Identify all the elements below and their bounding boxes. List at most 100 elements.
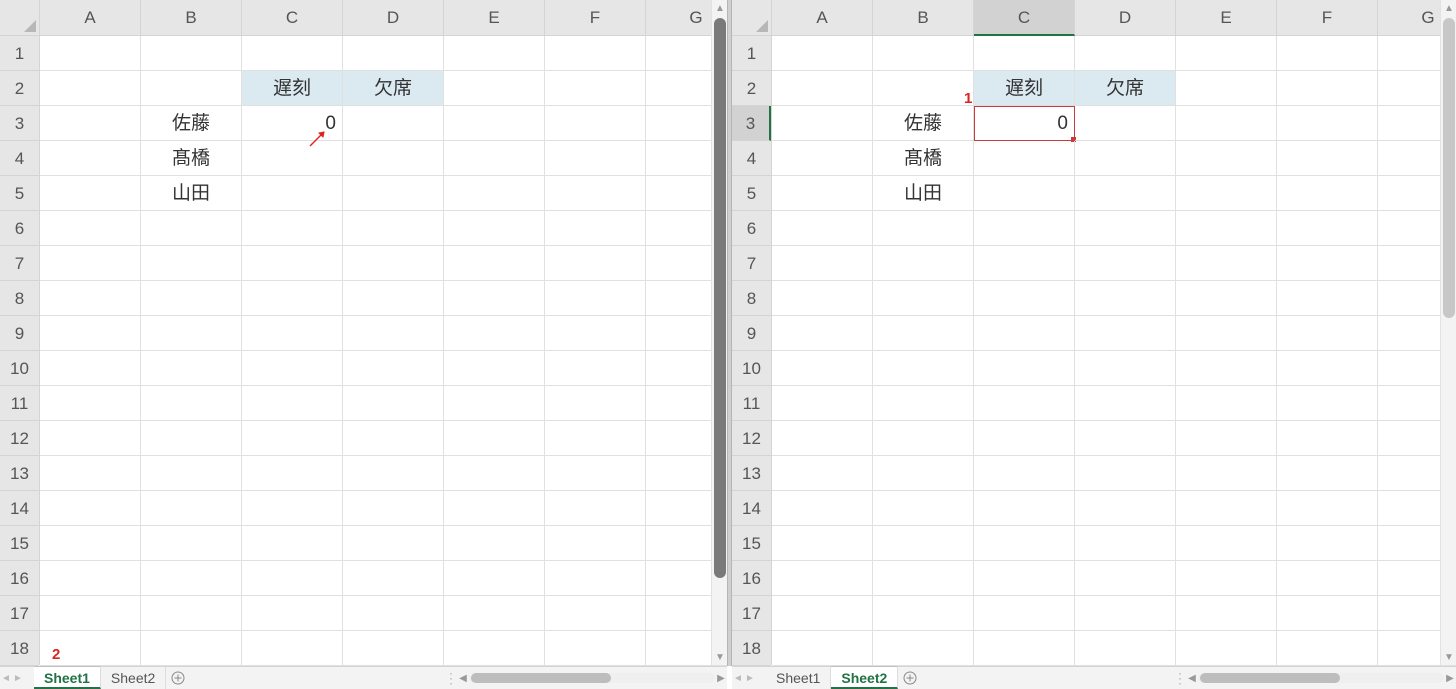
scroll-down-icon[interactable]: ▼ (712, 649, 727, 665)
row-header-13[interactable]: 13 (732, 456, 771, 491)
cell-E9[interactable] (444, 316, 545, 351)
cell-F14[interactable] (1277, 491, 1378, 526)
column-header-B[interactable]: B (141, 0, 242, 36)
cell-D2[interactable]: 欠席 (1075, 71, 1176, 106)
row-header-18[interactable]: 18 (0, 631, 39, 666)
cell-C6[interactable] (974, 211, 1075, 246)
column-header-C[interactable]: C (242, 0, 343, 36)
cell-B1[interactable] (873, 36, 974, 71)
cell-C16[interactable] (242, 561, 343, 596)
cell-B5[interactable]: 山田 (873, 176, 974, 211)
cell-D9[interactable] (1075, 316, 1176, 351)
column-header-C[interactable]: C (974, 0, 1075, 36)
cell-E5[interactable] (1176, 176, 1277, 211)
row-header-16[interactable]: 16 (0, 561, 39, 596)
row-header-15[interactable]: 15 (0, 526, 39, 561)
cell-F16[interactable] (545, 561, 646, 596)
cell-A9[interactable] (772, 316, 873, 351)
cell-D11[interactable] (343, 386, 444, 421)
cell-C14[interactable] (974, 491, 1075, 526)
cell-A13[interactable] (772, 456, 873, 491)
cell-D6[interactable] (1075, 211, 1176, 246)
row-header-4[interactable]: 4 (732, 141, 771, 176)
cell-F10[interactable] (1277, 351, 1378, 386)
cell-F15[interactable] (1277, 526, 1378, 561)
tab-nav-next-icon[interactable]: ► (744, 667, 756, 689)
cell-E14[interactable] (1176, 491, 1277, 526)
cell-E5[interactable] (444, 176, 545, 211)
cell-B16[interactable] (873, 561, 974, 596)
scroll-right-icon[interactable]: ▶ (715, 671, 727, 685)
cell-F13[interactable] (1277, 456, 1378, 491)
cell-grid[interactable]: 遅刻欠席佐藤0髙橋山田 (40, 36, 727, 665)
row-headers[interactable]: 123456789101112131415161718 (732, 36, 772, 665)
cell-C10[interactable] (242, 351, 343, 386)
cell-F5[interactable] (1277, 176, 1378, 211)
cell-E10[interactable] (444, 351, 545, 386)
horizontal-scrollbar[interactable]: ◀ ▶ (1186, 671, 1456, 685)
cell-C1[interactable] (974, 36, 1075, 71)
cell-E12[interactable] (444, 421, 545, 456)
cell-A17[interactable] (40, 596, 141, 631)
cell-E13[interactable] (1176, 456, 1277, 491)
cell-A11[interactable] (772, 386, 873, 421)
cell-A5[interactable] (772, 176, 873, 211)
cell-F18[interactable] (545, 631, 646, 666)
cell-D10[interactable] (1075, 351, 1176, 386)
row-header-3[interactable]: 3 (0, 106, 39, 141)
cell-A10[interactable] (772, 351, 873, 386)
cell-B10[interactable] (873, 351, 974, 386)
column-header-D[interactable]: D (343, 0, 444, 36)
row-header-1[interactable]: 1 (732, 36, 771, 71)
cell-F12[interactable] (545, 421, 646, 456)
cell-D1[interactable] (1075, 36, 1176, 71)
column-headers[interactable]: ABCDEFG (772, 0, 1456, 36)
row-header-9[interactable]: 9 (0, 316, 39, 351)
select-all-corner[interactable] (0, 0, 40, 36)
cell-D10[interactable] (343, 351, 444, 386)
cell-B3[interactable]: 佐藤 (141, 106, 242, 141)
row-header-1[interactable]: 1 (0, 36, 39, 71)
cell-F4[interactable] (545, 141, 646, 176)
column-header-F[interactable]: F (545, 0, 646, 36)
column-header-B[interactable]: B (873, 0, 974, 36)
cell-D5[interactable] (1075, 176, 1176, 211)
cell-B11[interactable] (141, 386, 242, 421)
cell-B6[interactable] (873, 211, 974, 246)
row-header-17[interactable]: 17 (732, 596, 771, 631)
cell-A12[interactable] (40, 421, 141, 456)
scroll-down-icon[interactable]: ▼ (1441, 649, 1456, 665)
row-header-9[interactable]: 9 (732, 316, 771, 351)
add-sheet-button[interactable] (166, 667, 190, 689)
cell-D17[interactable] (343, 596, 444, 631)
cell-D15[interactable] (343, 526, 444, 561)
cell-C10[interactable] (974, 351, 1075, 386)
cell-B4[interactable]: 髙橋 (873, 141, 974, 176)
cell-A8[interactable] (772, 281, 873, 316)
cell-F1[interactable] (545, 36, 646, 71)
cell-A16[interactable] (772, 561, 873, 596)
row-headers[interactable]: 123456789101112131415161718 (0, 36, 40, 665)
cell-B18[interactable] (141, 631, 242, 666)
hscroll-thumb[interactable] (1200, 673, 1340, 683)
cell-E8[interactable] (444, 281, 545, 316)
scroll-thumb[interactable] (1443, 18, 1455, 318)
cell-F12[interactable] (1277, 421, 1378, 456)
row-header-10[interactable]: 10 (732, 351, 771, 386)
cell-F7[interactable] (545, 246, 646, 281)
row-header-3[interactable]: 3 (732, 106, 771, 141)
row-header-4[interactable]: 4 (0, 141, 39, 176)
cell-A17[interactable] (772, 596, 873, 631)
cell-A18[interactable] (772, 631, 873, 666)
scroll-thumb[interactable] (714, 18, 726, 578)
cell-B1[interactable] (141, 36, 242, 71)
cell-F15[interactable] (545, 526, 646, 561)
cell-A1[interactable] (772, 36, 873, 71)
cell-E6[interactable] (1176, 211, 1277, 246)
cell-D3[interactable] (1075, 106, 1176, 141)
cell-F16[interactable] (1277, 561, 1378, 596)
tab-nav-next-icon[interactable]: ► (12, 667, 24, 689)
cell-F13[interactable] (545, 456, 646, 491)
cell-C11[interactable] (242, 386, 343, 421)
cell-A10[interactable] (40, 351, 141, 386)
